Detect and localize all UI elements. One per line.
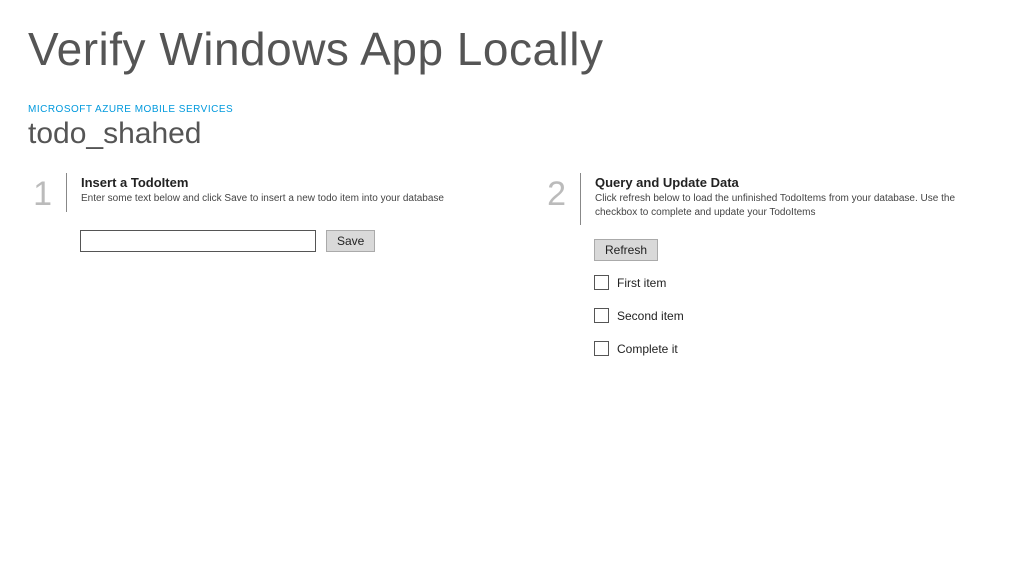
refresh-button[interactable]: Refresh (594, 239, 658, 261)
page-title: Verify Windows App Locally (0, 0, 1024, 86)
section-heading-query: Query and Update Data (595, 175, 996, 190)
section-desc-query: Click refresh below to load the unfinish… (595, 192, 996, 219)
todo-text-input[interactable] (80, 230, 316, 252)
list-item: Second item (594, 308, 996, 323)
section-query: 2 Query and Update Data Click refresh be… (542, 173, 996, 356)
service-label: MICROSOFT AZURE MOBILE SERVICES (28, 104, 996, 115)
save-button[interactable]: Save (326, 230, 375, 252)
subtitle-block: MICROSOFT AZURE MOBILE SERVICES todo_sha… (0, 86, 1024, 155)
section-insert: 1 Insert a TodoItem Enter some text belo… (28, 173, 482, 356)
list-item: Complete it (594, 341, 996, 356)
list-item: First item (594, 275, 996, 290)
item-label: Second item (617, 309, 684, 323)
todo-item-list: First item Second item Complete it (594, 275, 996, 356)
item-label: Complete it (617, 342, 678, 356)
service-name: todo_shahed (28, 117, 996, 151)
section-desc-insert: Enter some text below and click Save to … (81, 192, 482, 206)
item-label: First item (617, 276, 666, 290)
section-heading-insert: Insert a TodoItem (81, 175, 482, 190)
section-number-2: 2 (542, 173, 566, 225)
item-checkbox[interactable] (594, 275, 609, 290)
item-checkbox[interactable] (594, 308, 609, 323)
item-checkbox[interactable] (594, 341, 609, 356)
section-number-1: 1 (28, 173, 52, 212)
